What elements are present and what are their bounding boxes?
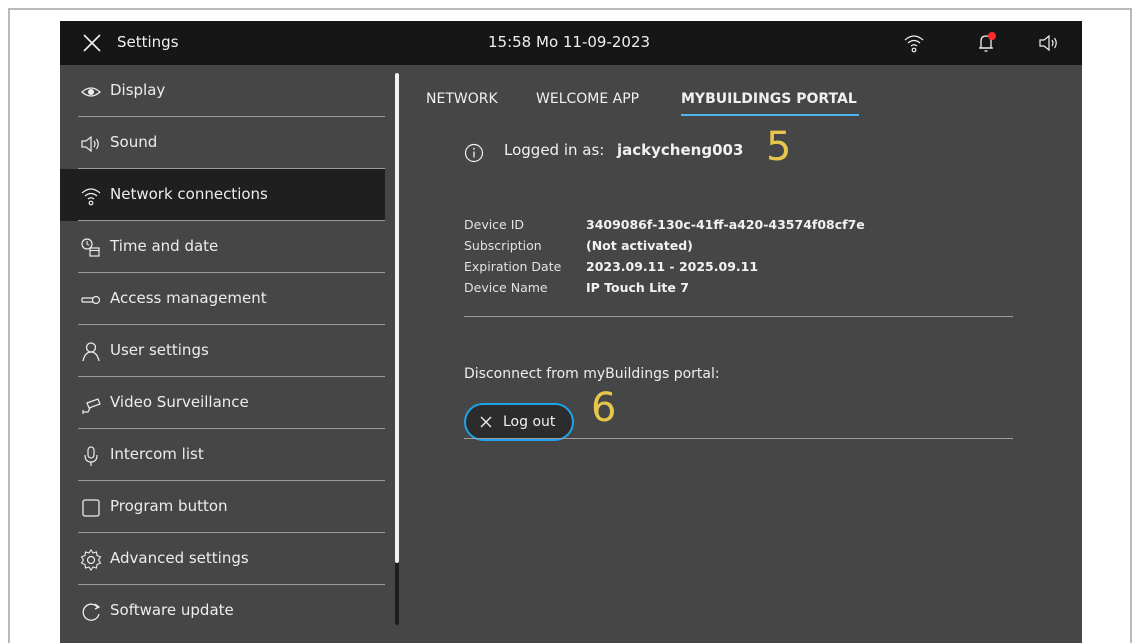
sidebar-item-label: Software update (110, 601, 234, 619)
sidebar-item-label: User settings (110, 341, 209, 359)
detail-key: Device ID (464, 217, 525, 232)
sidebar-item-advanced-settings[interactable]: Advanced settings (60, 533, 385, 585)
detail-value: IP Touch Lite 7 (586, 280, 689, 295)
sidebar-item-sound[interactable]: Sound (60, 117, 385, 169)
bell-icon[interactable] (975, 31, 999, 55)
detail-key: Device Name (464, 280, 548, 295)
sidebar-item-software-update[interactable]: Software update (60, 585, 385, 637)
sidebar-item-label: Intercom list (110, 445, 204, 463)
sidebar-item-label: Program button (110, 497, 228, 515)
wifi-icon (904, 35, 924, 53)
disconnect-label: Disconnect from myBuildings portal: (464, 366, 720, 382)
info-icon (464, 143, 484, 163)
active-tab-indicator (681, 114, 859, 116)
sidebar-item-network-connections[interactable]: Network connections (60, 169, 385, 221)
gear-icon (80, 549, 102, 571)
sidebar-item-user-settings[interactable]: User settings (60, 325, 385, 377)
close-icon[interactable] (82, 33, 102, 53)
microphone-icon (84, 446, 98, 466)
key-icon (81, 295, 101, 305)
logout-button-label: Log out (503, 414, 556, 430)
sidebar-scrollbar-thumb[interactable] (395, 73, 399, 563)
logged-in-label: Logged in as: (504, 141, 605, 159)
sidebar-item-label: Time and date (110, 237, 219, 255)
sidebar-item-label: Sound (110, 133, 158, 151)
annotation-marker-5: 5 (766, 124, 792, 170)
sidebar-item-program-button[interactable]: Program button (60, 481, 385, 533)
eye-icon (81, 87, 101, 97)
datetime-display: 15:58 Mo 11-09-2023 (488, 33, 651, 51)
speaker-icon[interactable] (1038, 33, 1060, 53)
sidebar-item-label: Display (110, 81, 166, 99)
sidebar-item-access-management[interactable]: Access management (60, 273, 385, 325)
clock-calendar-icon (81, 238, 100, 257)
sidebar-item-display[interactable]: Display (60, 65, 385, 117)
tab-mybuildings-portal[interactable]: MYBUILDINGS PORTAL (681, 91, 857, 107)
annotation-marker-6: 6 (591, 385, 617, 431)
detail-value: 2023.09.11 - 2025.09.11 (586, 259, 759, 274)
detail-key: Expiration Date (464, 259, 562, 274)
section-divider (464, 316, 1013, 317)
settings-title: Settings (117, 33, 179, 51)
section-divider (464, 438, 1013, 439)
sidebar-item-intercom-list[interactable]: Intercom list (60, 429, 385, 481)
detail-key: Subscription (464, 238, 542, 253)
settings-sidebar: Display Sound Network connections Time a… (60, 65, 385, 643)
refresh-icon (82, 603, 101, 621)
speaker-icon (81, 135, 99, 153)
sidebar-item-label: Advanced settings (110, 549, 249, 567)
detail-value: 3409086f-130c-41ff-a420-43574f08cf7e (586, 217, 865, 232)
user-icon (82, 342, 100, 362)
sidebar-item-time-and-date[interactable]: Time and date (60, 221, 385, 273)
wifi-icon (81, 188, 101, 206)
square-icon (82, 499, 100, 517)
sidebar-item-video-surveillance[interactable]: Video Surveillance (60, 377, 385, 429)
tab-welcome-app[interactable]: WELCOME APP (536, 91, 639, 107)
tab-network[interactable]: NETWORK (426, 91, 498, 107)
logged-in-username: jackycheng003 (617, 141, 744, 159)
sidebar-item-label: Access management (110, 289, 267, 307)
device-screen: Settings 15:58 Mo 11-09-2023 Display Sou… (60, 21, 1082, 643)
detail-value: (Not activated) (586, 238, 693, 253)
close-icon (480, 416, 492, 428)
top-bar: Settings 15:58 Mo 11-09-2023 (60, 21, 1082, 65)
logout-button[interactable]: Log out (464, 403, 574, 441)
sidebar-item-label: Video Surveillance (110, 393, 249, 411)
sidebar-item-label: Network connections (110, 185, 268, 203)
camera-icon (82, 398, 101, 414)
